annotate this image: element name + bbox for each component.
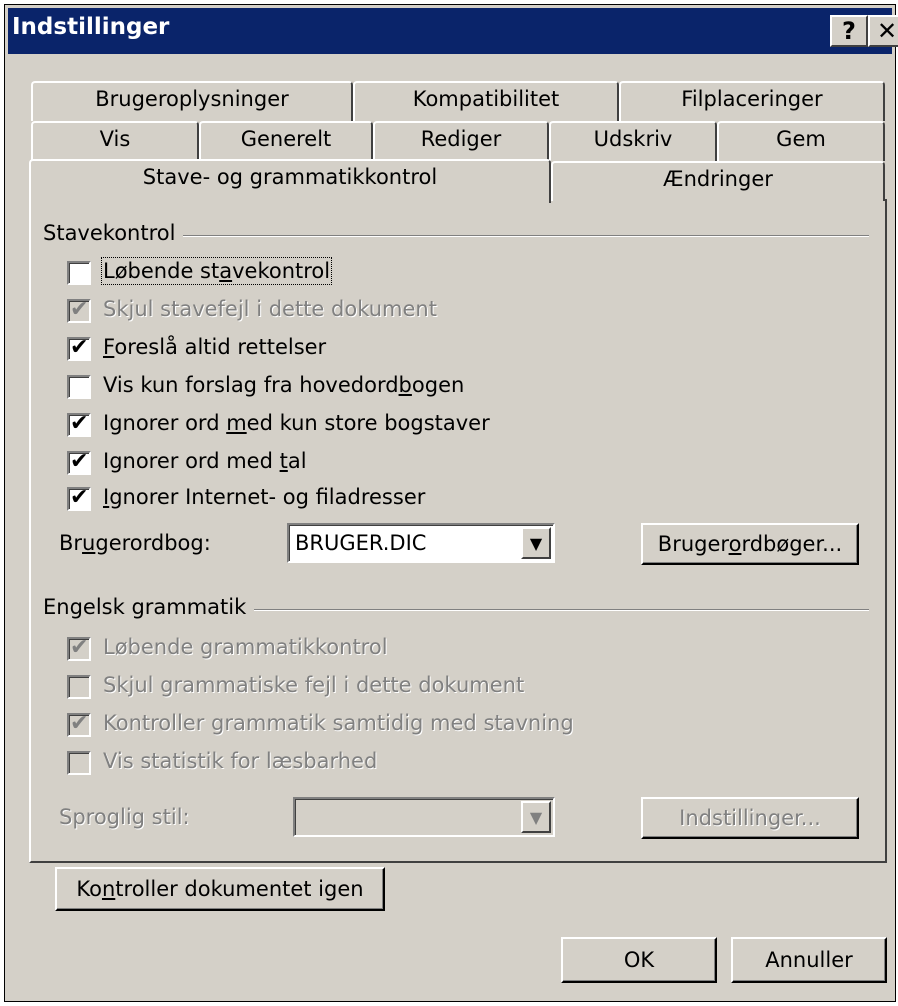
- ok-button[interactable]: OK: [561, 937, 717, 983]
- tab-vis[interactable]: Vis: [31, 121, 199, 161]
- check-mark-icon: ✔: [70, 485, 89, 510]
- tab-gem[interactable]: Gem: [717, 121, 885, 161]
- checkbox: ✔: [67, 635, 91, 661]
- checkbox: [67, 751, 91, 775]
- help-button[interactable]: ?: [830, 15, 868, 47]
- option-label: Ignorer Internet- og filadresser: [103, 485, 426, 509]
- option-label: Ignorer ord med tal: [103, 449, 307, 473]
- tab-filplaceringer[interactable]: Filplaceringer: [619, 81, 885, 121]
- cancel-button[interactable]: Annuller: [731, 937, 887, 983]
- title-bar: Indstillinger ? ✕: [8, 8, 898, 54]
- options-dialog: Indstillinger ? ✕ Brugeroplysninger Komp…: [4, 4, 898, 1002]
- close-button[interactable]: ✕: [868, 15, 898, 47]
- tab-kompatibilitet[interactable]: Kompatibilitet: [353, 81, 619, 121]
- check-mark-icon: ✔: [70, 411, 89, 436]
- checkbox: [67, 675, 91, 699]
- option-label: Løbende grammatikkontrol: [103, 635, 388, 659]
- option-label: Ignorer ord med kun store bogstaver: [103, 411, 490, 435]
- option-label: Skjul grammatiske fejl i dette dokument: [103, 673, 525, 697]
- checkbox[interactable]: ✔: [67, 485, 91, 511]
- checkbox[interactable]: ✔: [67, 335, 91, 361]
- check-mark-icon: ✔: [70, 449, 89, 474]
- window-title: Indstillinger: [12, 14, 170, 40]
- tab-aendringer[interactable]: Ændringer: [551, 161, 885, 201]
- tab-brugeroplysninger[interactable]: Brugeroplysninger: [31, 81, 353, 121]
- checkbox[interactable]: ✔: [67, 449, 91, 475]
- check-mark-icon: ✔: [70, 335, 89, 360]
- custom-dictionary-select[interactable]: BRUGER.DIC ▼: [287, 523, 555, 563]
- check-mark-icon: ✔: [70, 711, 89, 736]
- option-label: Kontroller grammatik samtidig med stavni…: [103, 711, 574, 735]
- option-label: Skjul stavefejl i dette dokument: [103, 297, 437, 321]
- checkbox[interactable]: [67, 261, 91, 285]
- check-mark-icon: ✔: [70, 635, 89, 660]
- recheck-document-button[interactable]: Kontroller dokumentet igen: [55, 867, 385, 911]
- checkbox[interactable]: [67, 375, 91, 399]
- spelling-group-label: Stavekontrol: [43, 221, 184, 245]
- writing-style-label: Sproglig stil:: [59, 805, 190, 829]
- grammar-group-label: Engelsk grammatik: [43, 595, 255, 619]
- checkbox[interactable]: ✔: [67, 411, 91, 437]
- custom-dictionary-value: BRUGER.DIC: [295, 531, 427, 555]
- tab-rediger[interactable]: Rediger: [373, 121, 549, 161]
- custom-dictionaries-button[interactable]: Brugerordbøger...: [641, 523, 859, 565]
- checkbox: ✔: [67, 297, 91, 323]
- dropdown-arrow-icon: ▼: [521, 801, 551, 833]
- custom-dictionary-label: Brugerordbog:: [59, 531, 211, 555]
- check-mark-icon: ✔: [70, 297, 89, 322]
- option-label: Foreslå altid rettelser: [103, 335, 327, 359]
- tab-generelt[interactable]: Generelt: [199, 121, 373, 161]
- option-label: Løbende stavekontrol: [100, 257, 333, 285]
- option-label: Vis statistik for læsbarhed: [103, 749, 378, 773]
- writing-style-select: ▼: [293, 797, 555, 837]
- tab-udskriv[interactable]: Udskriv: [549, 121, 717, 161]
- tab-stave-og-grammatikkontrol[interactable]: Stave- og grammatikkontrol: [29, 159, 551, 203]
- checkbox: ✔: [67, 711, 91, 737]
- option-label: Vis kun forslag fra hovedordbogen: [103, 373, 465, 397]
- dropdown-arrow-icon[interactable]: ▼: [521, 527, 551, 559]
- grammar-settings-button: Indstillinger...: [641, 797, 859, 839]
